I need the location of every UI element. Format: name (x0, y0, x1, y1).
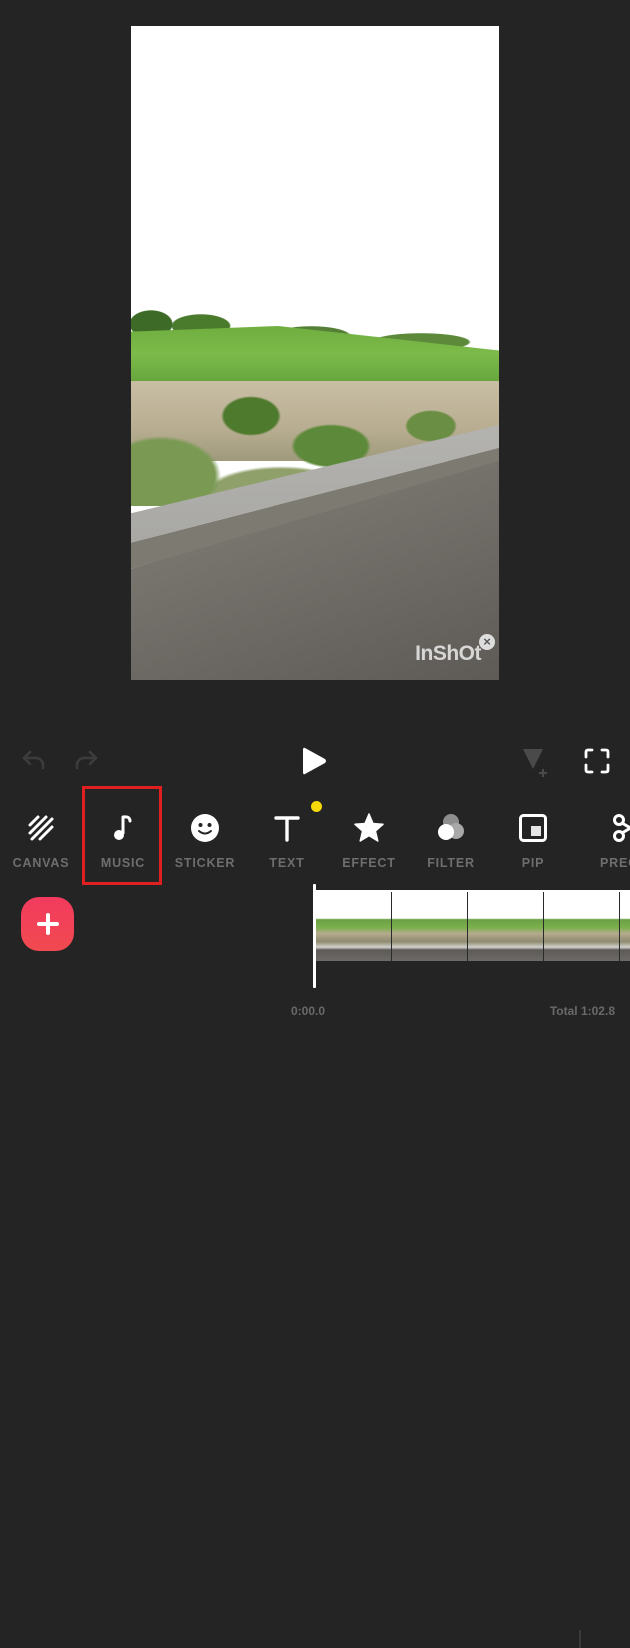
tool-label: STICKER (174, 856, 236, 870)
text-new-badge (311, 801, 322, 812)
music-note-icon (107, 812, 139, 844)
pip-icon (517, 812, 549, 844)
tool-label: FILTER (427, 856, 475, 870)
clip-thumbnail (468, 892, 544, 961)
video-preview[interactable]: InShOt × (131, 26, 499, 680)
tool-label: PREC (600, 856, 630, 870)
keyframe-add-icon (523, 749, 547, 777)
canvas-icon (25, 812, 57, 844)
tool-effect[interactable]: EFFECT (328, 798, 410, 882)
undo-button[interactable] (20, 746, 48, 774)
add-keyframe-button[interactable] (518, 744, 554, 780)
inshot-watermark: InShOt (415, 642, 481, 665)
redo-button[interactable] (72, 746, 100, 774)
play-icon (303, 747, 326, 775)
clip-thumbnail (544, 892, 620, 961)
clip-thumbnail (392, 892, 468, 961)
total-duration: Total 1:02.8 (549, 1004, 615, 1018)
star-icon (353, 812, 385, 844)
video-frame (131, 26, 499, 680)
tool-label: MUSIC (100, 856, 146, 870)
remove-watermark-button[interactable]: × (479, 634, 495, 650)
tool-pip[interactable]: PIP (492, 798, 574, 882)
add-clip-button[interactable] (21, 897, 74, 951)
tool-label: TEXT (269, 856, 305, 870)
scissors-icon (610, 812, 630, 844)
undo-icon (22, 750, 45, 770)
tool-sticker[interactable]: STICKER (164, 798, 246, 882)
fullscreen-icon (584, 748, 610, 774)
tool-precut[interactable]: PREC (584, 798, 630, 882)
redo-icon (75, 750, 98, 770)
tool-label: PIP (521, 856, 545, 870)
clip-filmstrip[interactable] (316, 890, 630, 961)
smiley-icon (189, 812, 221, 844)
current-time: 0:00.0 (291, 1004, 326, 1018)
clip-thumbnail (620, 892, 630, 961)
plus-icon (36, 913, 59, 935)
tool-music[interactable]: MUSIC (82, 798, 164, 882)
playhead[interactable] (313, 884, 316, 988)
filter-circles-icon (435, 812, 467, 844)
tool-canvas[interactable]: CANVAS (0, 798, 82, 882)
tool-label: EFFECT (342, 856, 396, 870)
tool-label: CANVAS (12, 856, 70, 870)
play-button[interactable] (298, 744, 330, 778)
toolbar-divider (579, 1630, 581, 1648)
clip-thumbnail (316, 892, 392, 961)
tool-filter[interactable]: FILTER (410, 798, 492, 882)
fullscreen-button[interactable] (580, 744, 614, 778)
text-icon (271, 812, 303, 844)
